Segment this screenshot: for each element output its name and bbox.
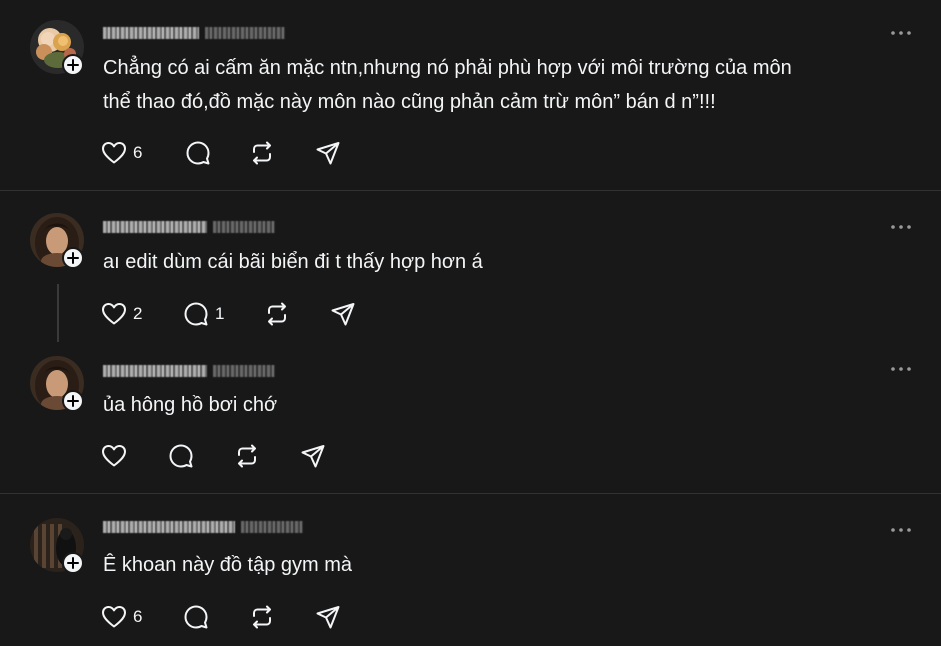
plus-icon	[67, 557, 79, 569]
more-button[interactable]	[888, 522, 914, 538]
plus-icon	[67, 395, 79, 407]
comment-icon	[169, 444, 193, 468]
blurred-username	[103, 27, 199, 39]
like-button[interactable]	[101, 444, 168, 468]
thread-line	[57, 284, 59, 342]
blurred-username	[103, 365, 207, 377]
share-button[interactable]	[315, 140, 341, 166]
action-bar	[101, 442, 326, 470]
send-icon	[316, 606, 340, 629]
more-button[interactable]	[888, 219, 914, 235]
divider	[0, 493, 941, 494]
share-button[interactable]	[330, 301, 356, 327]
divider	[0, 190, 941, 191]
send-icon	[331, 303, 355, 326]
send-icon	[301, 445, 325, 468]
action-bar: 6	[101, 139, 341, 167]
reply-button[interactable]	[168, 443, 234, 469]
more-icon	[891, 31, 911, 35]
follow-button[interactable]	[62, 54, 84, 76]
comment-icon	[184, 302, 208, 326]
blurred-username	[103, 221, 207, 233]
blurred-username	[103, 521, 235, 533]
repost-button[interactable]	[249, 604, 315, 630]
follow-button[interactable]	[62, 390, 84, 412]
username[interactable]	[103, 24, 285, 42]
blurred-timestamp	[241, 521, 303, 533]
share-button[interactable]	[315, 604, 341, 630]
repost-button[interactable]	[249, 140, 315, 166]
action-bar: 6	[101, 603, 341, 631]
avatar-wrap[interactable]	[30, 213, 84, 269]
comment-icon	[186, 141, 210, 165]
more-icon	[891, 225, 911, 229]
more-icon	[891, 367, 911, 371]
avatar-wrap[interactable]	[30, 20, 84, 76]
like-button[interactable]: 2	[101, 302, 183, 326]
repost-icon	[253, 141, 271, 165]
like-count: 6	[133, 143, 143, 162]
send-icon	[316, 142, 340, 165]
action-bar: 2 1	[101, 300, 356, 328]
repost-icon	[268, 302, 286, 326]
blurred-timestamp	[213, 365, 275, 377]
like-button[interactable]: 6	[101, 141, 185, 165]
username[interactable]	[103, 362, 275, 380]
share-button[interactable]	[300, 443, 326, 469]
plus-icon	[67, 59, 79, 71]
heart-icon	[102, 142, 126, 164]
more-icon	[891, 528, 911, 532]
repost-button[interactable]	[234, 443, 300, 469]
post-text: aı edit dùm cái bãi biển đi t thấy hợp h…	[103, 251, 483, 273]
post-text: Ê khoan này đồ tập gym mà	[103, 554, 353, 576]
reply-button[interactable]	[183, 604, 249, 630]
username[interactable]	[103, 218, 275, 236]
post-text: Chẳng có ai cấm ăn mặc ntn,nhưng nó phải…	[103, 57, 792, 113]
repost-icon	[238, 444, 256, 468]
heart-icon	[102, 445, 126, 467]
blurred-timestamp	[205, 27, 285, 39]
avatar-wrap[interactable]	[30, 518, 84, 574]
replies-feed: Chẳng có ai cấm ăn mặc ntn,nhưng nó phải…	[0, 0, 941, 646]
heart-icon	[102, 606, 126, 628]
post-text: ủa hông hồ bơi chớ	[103, 394, 278, 416]
follow-button[interactable]	[62, 552, 84, 574]
reply-count: 1	[215, 304, 225, 323]
repost-button[interactable]	[264, 301, 330, 327]
blurred-timestamp	[213, 221, 275, 233]
repost-icon	[253, 605, 271, 629]
plus-icon	[67, 252, 79, 264]
reply-button[interactable]: 1	[183, 301, 264, 327]
avatar-wrap[interactable]	[30, 356, 84, 412]
like-button[interactable]: 6	[101, 605, 183, 629]
username[interactable]	[103, 518, 303, 536]
reply-button[interactable]	[185, 140, 249, 166]
follow-button[interactable]	[62, 247, 84, 269]
like-count: 2	[133, 304, 143, 323]
comment-icon	[184, 605, 208, 629]
like-count: 6	[133, 607, 143, 626]
more-button[interactable]	[888, 361, 914, 377]
more-button[interactable]	[888, 25, 914, 41]
heart-icon	[102, 303, 126, 325]
